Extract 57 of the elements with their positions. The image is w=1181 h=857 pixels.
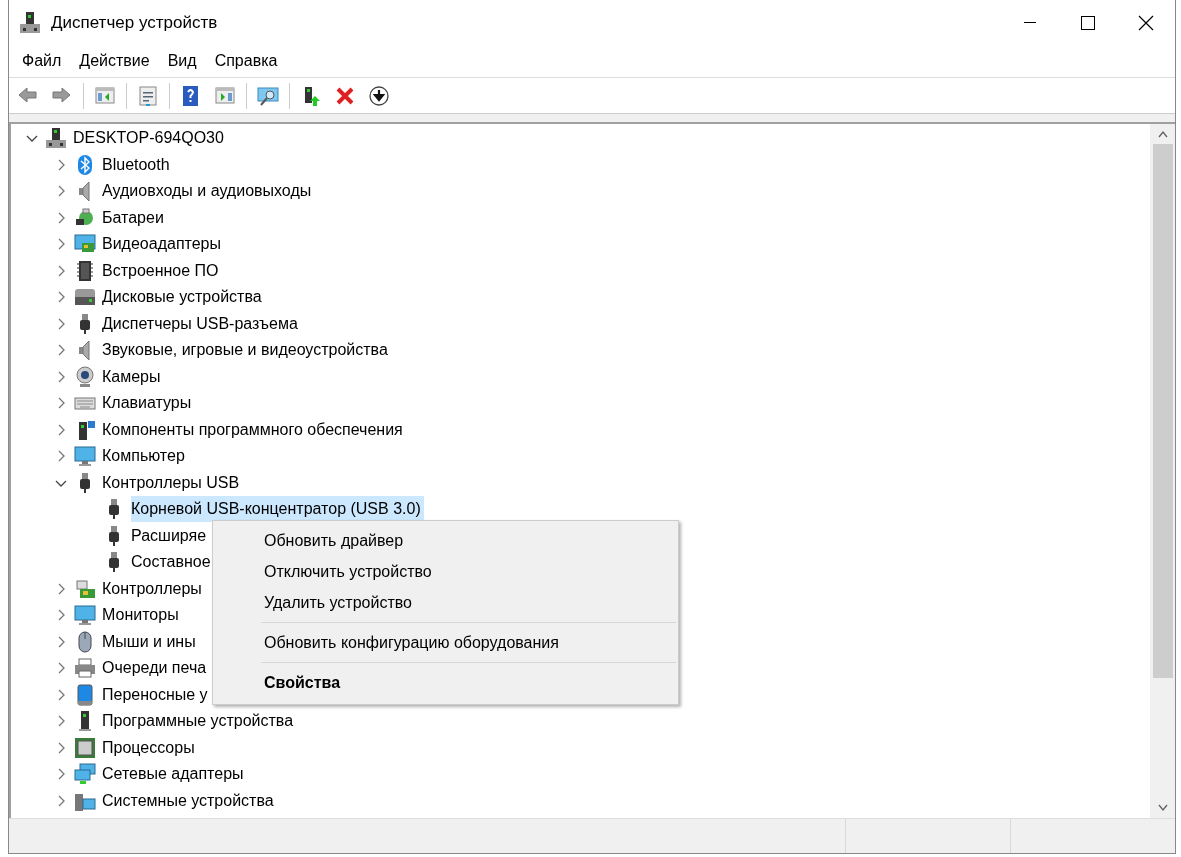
maximize-icon: [1081, 15, 1095, 30]
tree-item[interactable]: Мониторы: [102, 602, 182, 629]
menu-option[interactable]: Обновить драйвер: [215, 525, 676, 556]
scrollbar-thumb[interactable]: [1152, 144, 1173, 678]
tree-item[interactable]: Камеры: [102, 363, 164, 390]
panel-toggle-icon: [94, 84, 116, 107]
menu-item[interactable]: Файл: [13, 47, 71, 75]
computer-icon: [45, 127, 67, 150]
menu-item[interactable]: Вид: [158, 47, 206, 75]
window-title: Диспетчер устройств: [51, 11, 218, 34]
scan-monitor-icon: [257, 84, 279, 107]
tree-item[interactable]: Процессоры: [102, 734, 198, 761]
tree-item[interactable]: Контроллеры USB: [102, 469, 243, 496]
tree-item[interactable]: Расширяе: [131, 522, 210, 549]
menu-item[interactable]: Действие: [70, 47, 159, 75]
tree-item[interactable]: Сетевые адаптеры: [102, 761, 247, 788]
tree-item[interactable]: Переносные у: [102, 681, 211, 708]
tree-item[interactable]: Клавиатуры: [102, 390, 195, 417]
webcam-icon: [74, 365, 96, 388]
tree-item[interactable]: Встроенное ПО: [102, 257, 222, 284]
tree-item[interactable]: Видеоадаптеры: [102, 231, 224, 258]
tree-item[interactable]: Компьютер: [102, 443, 188, 470]
app-icon: [19, 10, 41, 35]
tree-item[interactable]: Дисковые устройства: [102, 284, 265, 311]
tree-item[interactable]: Составное: [131, 549, 214, 576]
tree-item[interactable]: Мыши и ины: [102, 628, 199, 655]
menu-item[interactable]: Справка: [205, 47, 287, 75]
monitor-icon: [74, 604, 96, 627]
tree-item[interactable]: Диспетчеры USB-разъема: [102, 310, 301, 337]
tree-item[interactable]: Звуковые, игровые и видеоустройства: [102, 337, 391, 364]
tree-item[interactable]: DESKTOP-694QO30: [73, 125, 227, 152]
processor-icon: [74, 736, 96, 759]
tablet-icon: [74, 683, 96, 706]
tree-item[interactable]: Очереди печа: [102, 655, 210, 682]
menu-option[interactable]: Обновить конфигурацию оборудования: [215, 627, 676, 658]
monitor-icon: [74, 445, 96, 468]
down-arrow-circle-icon: [368, 84, 390, 107]
minimize-icon: [1024, 22, 1036, 23]
network-icon: [74, 763, 96, 786]
menu-option[interactable]: Удалить устройство: [215, 587, 676, 618]
tree-item[interactable]: Корневой USB-концентратор (USB 3.0): [131, 496, 424, 523]
tree-item[interactable]: Контроллеры: [102, 575, 205, 602]
printer-icon: [74, 657, 96, 680]
tree-item[interactable]: Батареи: [102, 204, 167, 231]
storage-controller-icon: [74, 577, 96, 600]
tree-item[interactable]: Аудиовходы и аудиовыходы: [102, 178, 315, 205]
chip-icon: [74, 259, 96, 282]
tree-item[interactable]: Системные устройства: [102, 787, 277, 814]
properties-sheet-icon: [137, 84, 159, 107]
close-icon: [1138, 14, 1154, 31]
action-pane-icon: [214, 84, 236, 107]
tree-item[interactable]: Компоненты программного обеспечения: [102, 416, 406, 443]
vertical-scrollbar[interactable]: [1150, 124, 1175, 818]
menu-option[interactable]: Отключить устройство: [215, 556, 676, 587]
tree-item[interactable]: Bluetooth: [102, 151, 173, 178]
tree-item[interactable]: Программные устройства: [102, 708, 297, 735]
menu-option[interactable]: Свойства: [215, 667, 676, 698]
